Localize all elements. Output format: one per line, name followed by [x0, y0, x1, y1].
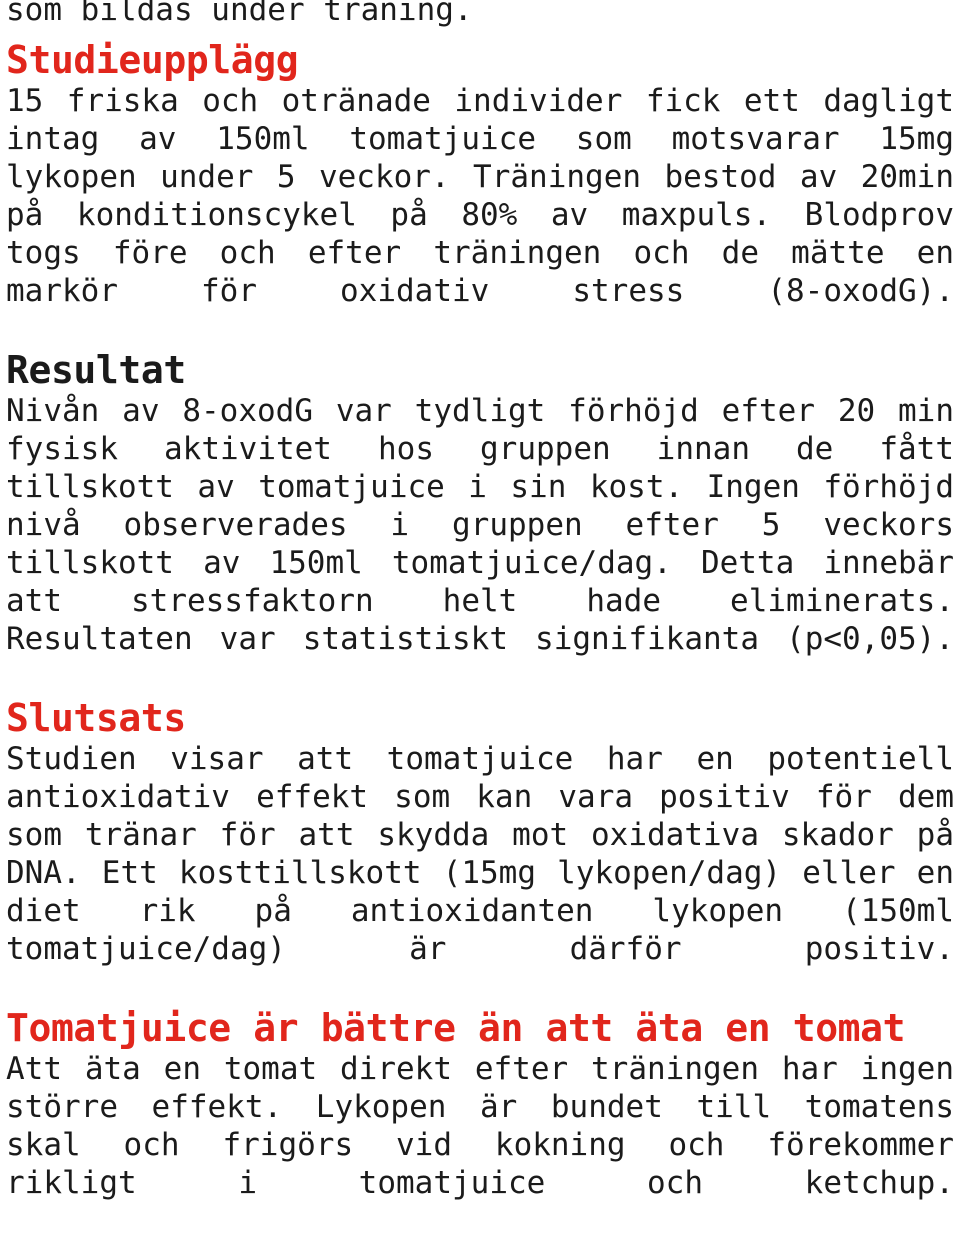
heading-studieupplagg: Studieupplägg	[6, 38, 299, 82]
heading-tomatjuice-battre: Tomatjuice är bättre än att äta en tomat	[6, 1006, 906, 1050]
heading-slutsats: Slutsats	[6, 696, 186, 740]
document-body: Studieupplägg 15 friska och otränade ind…	[6, 38, 954, 1240]
paragraph-tomatjuice-battre: Att äta en tomat direkt efter träningen …	[6, 1051, 954, 1201]
heading-resultat: Resultat	[6, 348, 186, 392]
paragraph-resultat: Nivån av 8-oxodG var tydligt förhöjd eft…	[6, 393, 954, 657]
paragraph-slutsats: Studien visar att tomatjuice har en pote…	[6, 741, 954, 967]
document-page: som bildas under träning. Studieupplägg …	[0, 0, 960, 1201]
continuation-line: som bildas under träning.	[6, 0, 473, 28]
paragraph-studieupplagg: 15 friska och otränade individer fick et…	[6, 83, 954, 309]
